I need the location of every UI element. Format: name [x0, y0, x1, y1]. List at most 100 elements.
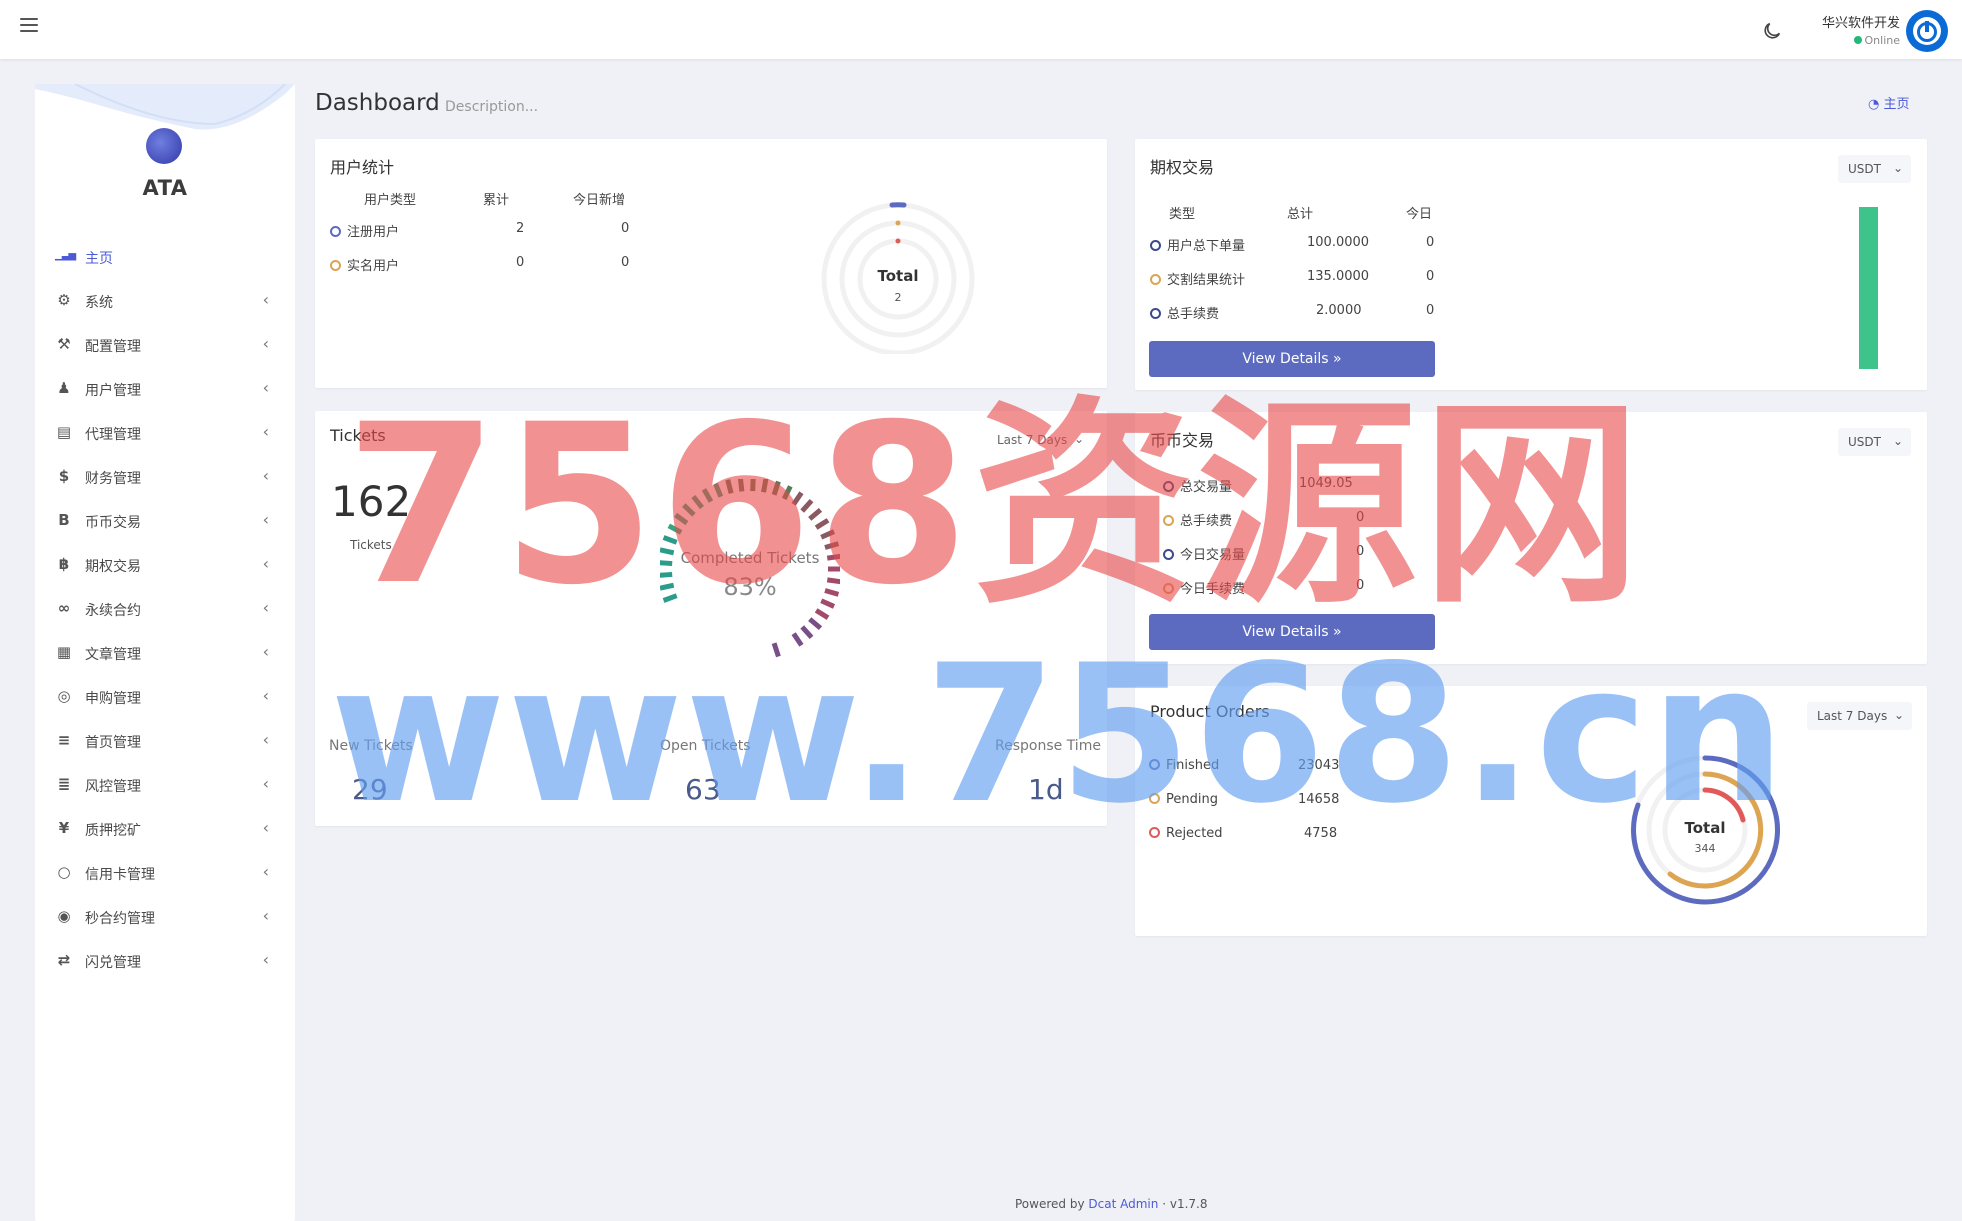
chevron-left-icon: ‹ — [262, 642, 269, 661]
sidebar-item[interactable]: $ 财务管理 ‹ — [35, 454, 295, 498]
gauge-tick — [814, 518, 830, 530]
sidebar-item[interactable]: ○ 信用卡管理 ‹ — [35, 850, 295, 894]
column-header: 今日 — [1406, 207, 1433, 222]
breadcrumb-home[interactable]: 主页 — [1883, 97, 1909, 112]
indent-icon: ≣ — [57, 775, 71, 793]
table-row: 交割结果统计 135.0000 0 — [1150, 269, 1450, 303]
legend-dot — [1150, 240, 1161, 251]
row-today: 0 — [1426, 303, 1435, 318]
sidebar-item[interactable]: ≡ 首页管理 ‹ — [35, 718, 295, 762]
table-row: Pending 14658 — [1149, 792, 1369, 826]
bitcoin-icon: ฿ — [58, 555, 70, 573]
chevron-left-icon: ‹ — [262, 510, 269, 529]
footer-separator: · — [1162, 1197, 1167, 1211]
footer-link[interactable]: Dcat Admin — [1088, 1197, 1158, 1211]
view-details-button[interactable]: View Details » — [1149, 614, 1435, 650]
chevron-left-icon: ‹ — [262, 422, 269, 441]
dark-mode-icon[interactable] — [1761, 20, 1783, 42]
chevron-left-icon: ‹ — [262, 554, 269, 573]
sidebar-item-label: 期权交易 — [85, 559, 141, 575]
sidebar-item-label: 系统 — [85, 295, 113, 311]
view-details-button[interactable]: View Details » — [1149, 341, 1435, 377]
bar-chart-icon: ▁▃▅ — [55, 250, 76, 261]
sidebar-item[interactable]: ¥ 质押挖矿 ‹ — [35, 806, 295, 850]
gauge-tick — [808, 617, 823, 631]
gauge-tick — [660, 560, 673, 567]
menu-toggle-icon[interactable] — [20, 18, 38, 34]
user-info[interactable]: 华兴软件开发 Online — [1800, 12, 1900, 47]
chevron-down-icon: ⌄ — [1893, 708, 1904, 722]
card-title: Tickets — [330, 426, 386, 445]
card-title: 用户统计 — [330, 158, 395, 177]
gauge-tick — [662, 535, 678, 545]
sidebar-item[interactable]: ▁▃▅ 主页 — [35, 234, 295, 278]
gauge-tick — [791, 491, 804, 506]
legend-dot — [330, 260, 341, 271]
sidebar-item[interactable]: ≣ 风控管理 ‹ — [35, 762, 295, 806]
sidebar-item[interactable]: ⚒ 配置管理 ‹ — [35, 322, 295, 366]
footer-version: v1.7.8 — [1169, 1197, 1208, 1211]
chevron-left-icon: ‹ — [262, 862, 269, 881]
sidebar-item-label: 配置管理 — [85, 339, 141, 355]
series-arc-rejected — [1702, 787, 1746, 823]
gauge-tick — [800, 498, 814, 513]
tickets-card: Tickets Last 7 Days ⌄ 162 Tickets Complet… — [315, 411, 1107, 826]
brand-wave-decoration — [35, 84, 295, 130]
sidebar-item-label: 信用卡管理 — [85, 867, 155, 883]
currency-select[interactable]: USDT ⌄ — [1838, 428, 1911, 456]
yen-icon: ¥ — [58, 819, 70, 837]
circle-icon: ○ — [57, 863, 71, 881]
sidebar-item[interactable]: ⚙ 系统 ‹ — [35, 278, 295, 322]
gauge-tick — [771, 480, 781, 496]
row-value: 0 — [1356, 510, 1365, 525]
gauge-tick — [791, 632, 804, 647]
chevron-down-icon: ⌄ — [1073, 432, 1084, 446]
chevron-left-icon: ‹ — [262, 334, 269, 353]
row-today: 0 — [621, 221, 630, 236]
sidebar-item[interactable]: B 币币交易 ‹ — [35, 498, 295, 542]
response-time-value: 1d — [1028, 773, 1064, 806]
sidebar-item[interactable]: ∞ 永续合约 ‹ — [35, 586, 295, 630]
currency-value: USDT — [1848, 435, 1881, 449]
chevron-left-icon: ‹ — [262, 818, 269, 837]
sidebar-item-label: 文章管理 — [85, 647, 141, 663]
column-header: 今日新增 — [573, 193, 626, 208]
chart-total-label: Total — [1685, 819, 1726, 837]
breadcrumb[interactable]: ◔ 主页 — [1868, 93, 1910, 112]
range-select[interactable]: Last 7 Days ⌄ — [987, 426, 1092, 454]
gauge-tick — [824, 541, 840, 550]
sidebar-item[interactable]: ⇄ 闪兑管理 ‹ — [35, 938, 295, 982]
user-name: 华兴软件开发 — [1821, 16, 1900, 31]
sidebar-item[interactable]: ▤ 代理管理 ‹ — [35, 410, 295, 454]
row-value: 0 — [1356, 578, 1365, 593]
gauge-tick — [781, 485, 793, 500]
gauge-tick — [761, 479, 769, 493]
table-row: Finished 23043 — [1149, 758, 1369, 792]
gauge-tick — [824, 588, 840, 597]
range-value: Last 7 Days — [1817, 709, 1888, 723]
row-value: 4758 — [1304, 826, 1338, 841]
sidebar-item-label: 首页管理 — [85, 735, 141, 751]
b-icon: B — [58, 511, 70, 529]
row-value: 1049.05 — [1299, 476, 1353, 491]
options-trade-card: 期权交易 USDT ⌄ 类型 总计 今日 用户总下单量 100.0000 0 交割… — [1135, 139, 1927, 390]
range-value: Last 7 Days — [997, 433, 1068, 447]
sidebar-item-label: 闪兑管理 — [85, 955, 141, 971]
user-status-text: Online — [1864, 34, 1900, 47]
row-type: 交割结果统计 — [1167, 273, 1246, 288]
column-header: 类型 — [1169, 207, 1196, 222]
gauge-tick — [771, 642, 781, 658]
chevron-left-icon: ‹ — [262, 774, 269, 793]
sidebar-item[interactable]: ▦ 文章管理 ‹ — [35, 630, 295, 674]
table-row: 总手续费 2.0000 0 — [1150, 303, 1450, 337]
avatar[interactable] — [1906, 10, 1948, 52]
footer: Powered by Dcat Admin · v1.7.8 — [1015, 1197, 1207, 1211]
sidebar-item[interactable]: ฿ 期权交易 ‹ — [35, 542, 295, 586]
range-select[interactable]: Last 7 Days ⌄ — [1807, 702, 1912, 730]
sidebar-item-label: 币币交易 — [85, 515, 141, 531]
sidebar-item[interactable]: ♟ 用户管理 ‹ — [35, 366, 295, 410]
sidebar-item[interactable]: ◎ 申购管理 ‹ — [35, 674, 295, 718]
table-row: 今日交易量 0 — [1163, 544, 1463, 578]
sidebar-item[interactable]: ◉ 秒合约管理 ‹ — [35, 894, 295, 938]
currency-select[interactable]: USDT ⌄ — [1838, 155, 1911, 183]
